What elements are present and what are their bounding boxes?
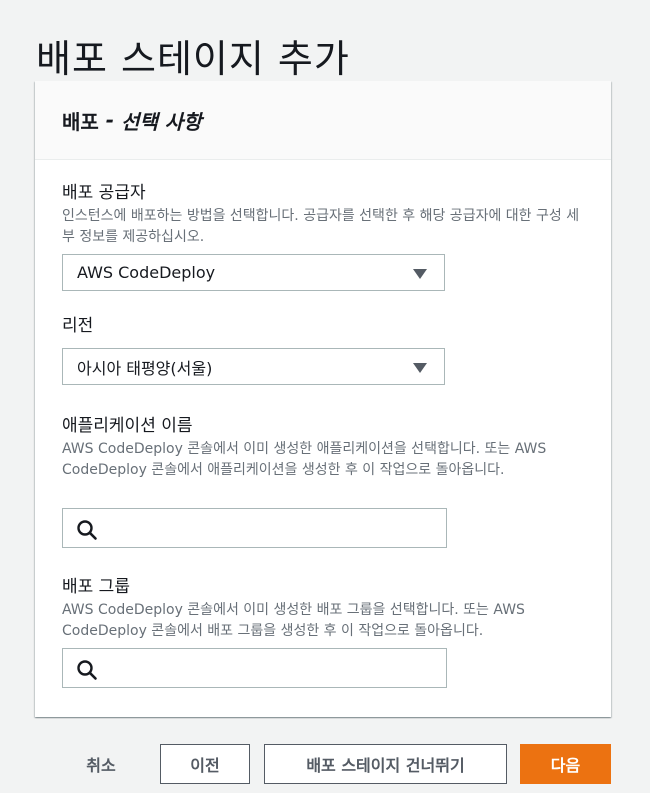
region-field: 리전 아시아 태평양(서울) (62, 314, 582, 385)
region-select-value: 아시아 태평양(서울) (77, 358, 213, 378)
previous-button[interactable]: 이전 (160, 744, 250, 784)
caret-down-icon (413, 269, 427, 279)
deploy-panel: 배포 - 선택 사항 배포 공급자 인스턴스에 배포하는 방법을 선택합니다. … (35, 81, 611, 717)
application-description: AWS CodeDeploy 콘솔에서 이미 생성한 애플리케이션을 선택합니다… (62, 441, 547, 478)
provider-field: 배포 공급자 인스턴스에 배포하는 방법을 선택합니다. 공급자를 선택한 후 … (62, 181, 582, 291)
caret-down-icon (413, 363, 427, 373)
panel-header: 배포 - 선택 사항 (35, 81, 611, 160)
next-button[interactable]: 다음 (520, 744, 611, 784)
panel-title-separator: - (98, 108, 122, 132)
search-icon (77, 520, 97, 540)
skip-deploy-stage-button[interactable]: 배포 스테이지 건너뛰기 (264, 744, 507, 784)
search-icon (77, 660, 97, 680)
provider-description: 인스턴스에 배포하는 방법을 선택합니다. 공급자를 선택한 후 해당 공급자에… (62, 208, 580, 245)
region-label: 리전 (62, 316, 94, 336)
cancel-button[interactable]: 취소 (68, 744, 134, 784)
deployment-group-search-input[interactable] (62, 648, 447, 688)
provider-select-value: AWS CodeDeploy (77, 263, 216, 282)
panel-title-optional: 선택 사항 (121, 109, 202, 134)
deployment-group-label: 배포 그룹 (62, 577, 130, 597)
deployment-group-description: AWS CodeDeploy 콘솔에서 이미 생성한 배포 그룹을 선택합니다.… (62, 602, 525, 639)
panel-title: 배포 (62, 109, 99, 134)
page-title: 배포 스테이지 추가 (36, 37, 350, 82)
application-search-input[interactable] (62, 508, 447, 548)
application-field: 애플리케이션 이름 AWS CodeDeploy 콘솔에서 이미 생성한 애플리… (62, 414, 582, 548)
deployment-group-field: 배포 그룹 AWS CodeDeploy 콘솔에서 이미 생성한 배포 그룹을 … (62, 575, 582, 688)
provider-select[interactable]: AWS CodeDeploy (62, 254, 445, 291)
provider-label: 배포 공급자 (62, 183, 146, 203)
application-label: 애플리케이션 이름 (62, 416, 193, 436)
footer-actions: 취소 이전 배포 스테이지 건너뛰기 다음 (0, 744, 650, 784)
region-select[interactable]: 아시아 태평양(서울) (62, 348, 445, 385)
